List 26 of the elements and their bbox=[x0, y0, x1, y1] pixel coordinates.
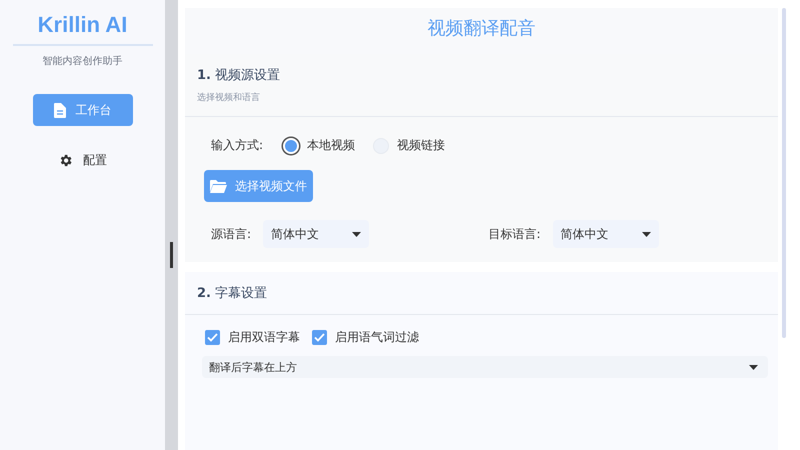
subtitle-position-select[interactable]: 翻译后字幕在上方 bbox=[202, 356, 768, 378]
checkbox[interactable] bbox=[312, 330, 327, 345]
checkbox-label: 启用语气词过滤 bbox=[335, 329, 419, 346]
app-logo: Krillin AI bbox=[38, 12, 128, 39]
section-heading: 1. 视频源设置 bbox=[197, 67, 282, 84]
section-subtitle: 选择视频和语言 bbox=[197, 92, 261, 104]
language-select[interactable]: 简体中文 bbox=[552, 220, 659, 248]
nav-item[interactable]: 配置 bbox=[52, 144, 113, 176]
language-select[interactable]: 简体中文 bbox=[263, 220, 370, 248]
gear-icon bbox=[58, 152, 73, 168]
caret-icon bbox=[352, 232, 362, 236]
field-label: 目标语言: bbox=[488, 226, 541, 242]
radio-label: 本地视频 bbox=[307, 137, 356, 154]
document-icon bbox=[54, 102, 66, 118]
folder-icon bbox=[210, 180, 227, 192]
checkbox-label: 启用双语字幕 bbox=[228, 329, 300, 346]
field-label: 源语言: bbox=[211, 226, 252, 242]
caret-icon bbox=[642, 232, 651, 236]
resize-handle[interactable] bbox=[170, 242, 173, 268]
field-label: 输入方式: bbox=[211, 137, 264, 154]
page-title: 视频翻译配音 bbox=[185, 8, 778, 54]
checkbox[interactable] bbox=[205, 330, 220, 345]
app-subtitle: 智能内容创作助手 bbox=[42, 54, 122, 68]
radio-label: 视频链接 bbox=[397, 137, 446, 154]
section-heading: 2. 字幕设置 bbox=[197, 285, 268, 302]
caret-icon bbox=[749, 364, 758, 370]
